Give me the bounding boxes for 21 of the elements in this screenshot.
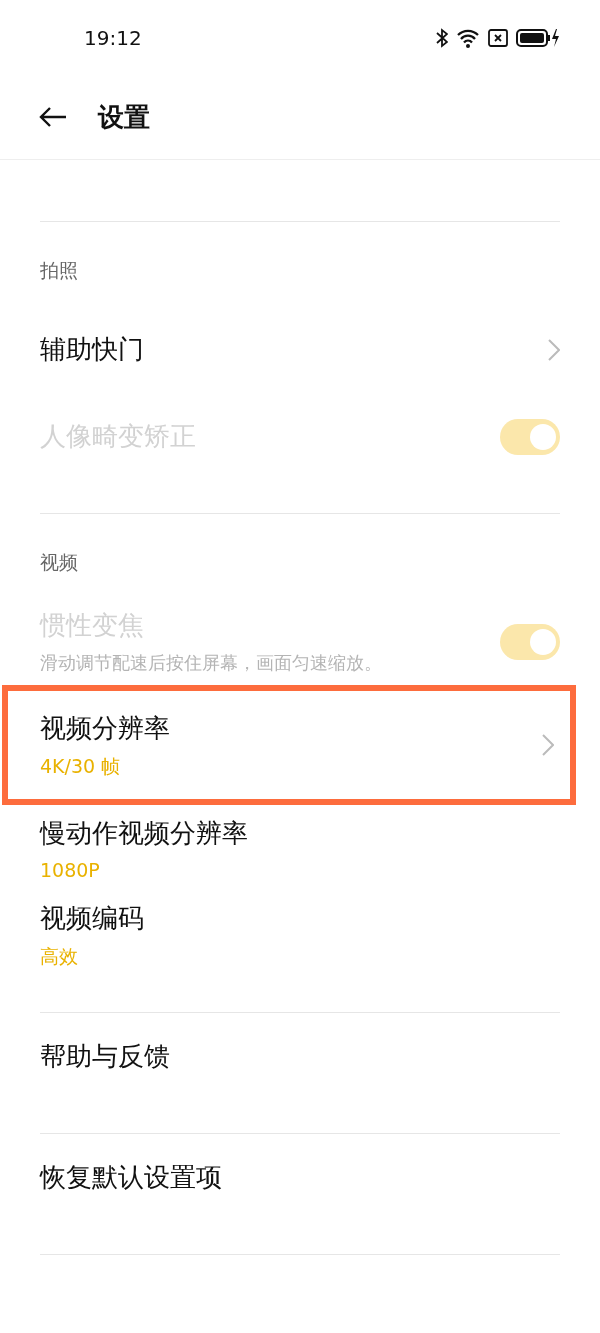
bluetooth-icon: [436, 27, 448, 48]
setting-title[interactable]: 视频编码: [40, 901, 144, 936]
section-header: 视频: [39, 550, 79, 575]
wifi-icon: [456, 27, 480, 48]
setting-title[interactable]: 慢动作视频分辨率: [40, 816, 248, 851]
sim-icon: [488, 28, 508, 47]
section-header: 拍照: [39, 258, 79, 283]
back-button[interactable]: [38, 105, 68, 129]
setting-value: 高效: [40, 944, 79, 969]
setting-title[interactable]: 恢复默认设置项: [40, 1160, 222, 1195]
setting-description: 滑动调节配速后按住屏幕，画面匀速缩放。: [40, 651, 382, 675]
setting-title[interactable]: 帮助与反馈: [40, 1039, 170, 1074]
setting-title[interactable]: 视频分辨率: [40, 710, 170, 746]
battery-icon: [516, 27, 560, 48]
setting-value: 1080P: [40, 859, 101, 881]
chevron-icon: [542, 734, 554, 756]
chevron-icon: [548, 338, 560, 361]
status-time: 19:12: [84, 25, 142, 50]
setting-value: 4K/30 帧: [40, 753, 122, 779]
setting-title[interactable]: 辅助快门: [40, 332, 144, 367]
page-title: 设置: [98, 100, 150, 134]
